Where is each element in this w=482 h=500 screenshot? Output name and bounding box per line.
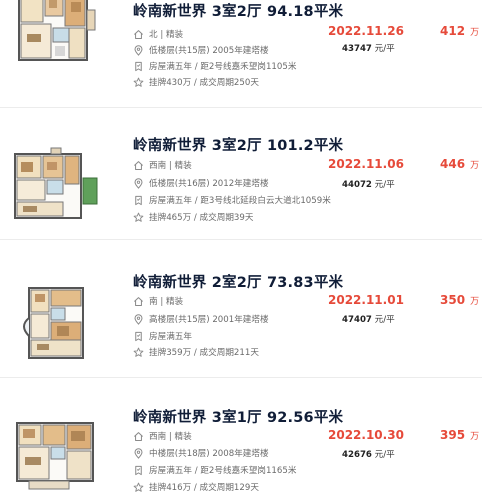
- floor-info: 高楼层(共15层) 2001年建塔楼: [133, 313, 269, 325]
- tag-icon: [133, 465, 144, 476]
- floor-plan-image[interactable]: [7, 278, 105, 362]
- tag-icon: [133, 331, 144, 342]
- listing-info: 挂牌465万 / 成交周期39天: [133, 211, 253, 223]
- total-price-unit: 万: [470, 297, 480, 307]
- orientation-decoration: 北 | 精装: [133, 28, 183, 40]
- listing-card[interactable]: 岭南新世界 2室2厅 73.83平米 南 | 精装 高楼层(共15层) 2001…: [0, 258, 482, 378]
- orientation-decoration: 南 | 精装: [133, 295, 183, 307]
- total-price-value: 395: [440, 428, 466, 442]
- orientation-text: 南 | 精装: [149, 297, 184, 307]
- unit-price: 47407 元/平: [342, 313, 395, 325]
- floor-info: 中楼层(共18层) 2008年建塔楼: [133, 447, 269, 459]
- tags-info: 房屋满五年 / 距3号线北延段白云大道北1059米: [133, 194, 331, 206]
- total-price-unit: 万: [470, 161, 480, 171]
- tag-icon: [133, 61, 144, 72]
- listing-title[interactable]: 岭南新世界 3室1厅 92.56平米: [133, 406, 343, 427]
- listing-info-text: 挂牌359万 / 成交周期211天: [149, 348, 259, 358]
- orientation-text: 西南 | 精装: [149, 432, 192, 442]
- house-icon: [133, 296, 144, 307]
- listing-card[interactable]: 岭南新世界 3室2厅 101.2平米 西南 | 精装 低楼层(共16层) 201…: [0, 120, 482, 240]
- floor-plan-image[interactable]: [7, 413, 105, 497]
- total-price-value: 350: [440, 293, 466, 307]
- listing-info-text: 挂牌430万 / 成交周期250天: [149, 78, 259, 88]
- orientation-text: 北 | 精装: [149, 30, 184, 40]
- unit-price-suffix: 元/平: [374, 44, 395, 54]
- listing-title[interactable]: 岭南新世界 3室2厅 94.18平米: [133, 0, 343, 21]
- listing-info-text: 挂牌416万 / 成交周期129天: [149, 483, 259, 493]
- listing-info: 挂牌359万 / 成交周期211天: [133, 346, 259, 358]
- total-price-value: 446: [440, 157, 466, 171]
- star-icon: [133, 212, 144, 223]
- unit-price-value: 42676: [342, 450, 372, 460]
- total-price-unit: 万: [470, 432, 480, 442]
- unit-price-suffix: 元/平: [374, 180, 395, 190]
- floor-text: 高楼层(共15层) 2001年建塔楼: [149, 315, 269, 325]
- listing-info-text: 挂牌465万 / 成交周期39天: [149, 213, 254, 223]
- tags-text: 房屋满五年 / 距3号线北延段白云大道北1059米: [149, 196, 331, 206]
- floor-text: 中楼层(共18层) 2008年建塔楼: [149, 449, 269, 459]
- total-price: 446 万: [440, 157, 479, 171]
- unit-price: 44072 元/平: [342, 178, 395, 190]
- unit-price: 43747 元/平: [342, 42, 395, 54]
- orientation-decoration: 西南 | 精装: [133, 159, 192, 171]
- star-icon: [133, 482, 144, 493]
- total-price: 395 万: [440, 428, 479, 442]
- unit-price-value: 47407: [342, 315, 372, 325]
- listing-title[interactable]: 岭南新世界 3室2厅 101.2平米: [133, 134, 343, 155]
- floor-text: 低楼层(共16层) 2012年建塔楼: [149, 179, 269, 189]
- tags-info: 房屋满五年 / 距2号线嘉禾望岗1105米: [133, 60, 296, 72]
- unit-price: 42676 元/平: [342, 448, 395, 460]
- unit-price-suffix: 元/平: [374, 315, 395, 325]
- total-price: 412 万: [440, 24, 479, 38]
- location-pin-icon: [133, 314, 144, 325]
- unit-price-value: 43747: [342, 44, 372, 54]
- location-pin-icon: [133, 448, 144, 459]
- deal-date: 2022.11.01: [328, 293, 404, 307]
- tags-info: 房屋满五年 / 距2号线嘉禾望岗1165米: [133, 464, 296, 476]
- tags-info: 房屋满五年: [133, 330, 192, 342]
- location-pin-icon: [133, 178, 144, 189]
- tag-icon: [133, 195, 144, 206]
- floor-plan-image[interactable]: [7, 140, 105, 224]
- deal-date: 2022.10.30: [328, 428, 404, 442]
- star-icon: [133, 77, 144, 88]
- total-price: 350 万: [440, 293, 479, 307]
- unit-price-suffix: 元/平: [374, 450, 395, 460]
- deal-date: 2022.11.26: [328, 24, 404, 38]
- tags-text: 房屋满五年 / 距2号线嘉禾望岗1165米: [149, 466, 297, 476]
- unit-price-value: 44072: [342, 180, 372, 190]
- house-icon: [133, 29, 144, 40]
- listing-card[interactable]: 岭南新世界 3室1厅 92.56平米 西南 | 精装 中楼层(共18层) 200…: [0, 393, 482, 500]
- listing-card[interactable]: 岭南新世界 3室2厅 94.18平米 北 | 精装 低楼层(共15层) 2005…: [0, 0, 482, 108]
- deal-date: 2022.11.06: [328, 157, 404, 171]
- orientation-text: 西南 | 精装: [149, 161, 192, 171]
- star-icon: [133, 347, 144, 358]
- floor-plan-image[interactable]: [7, 0, 105, 72]
- tags-text: 房屋满五年 / 距2号线嘉禾望岗1105米: [149, 62, 297, 72]
- total-price-value: 412: [440, 24, 466, 38]
- floor-info: 低楼层(共15层) 2005年建塔楼: [133, 44, 269, 56]
- orientation-decoration: 西南 | 精装: [133, 430, 192, 442]
- floor-info: 低楼层(共16层) 2012年建塔楼: [133, 177, 269, 189]
- house-icon: [133, 431, 144, 442]
- tags-text: 房屋满五年: [149, 332, 192, 342]
- house-icon: [133, 160, 144, 171]
- floor-text: 低楼层(共15层) 2005年建塔楼: [149, 46, 269, 56]
- listing-title[interactable]: 岭南新世界 2室2厅 73.83平米: [133, 271, 343, 292]
- total-price-unit: 万: [470, 28, 480, 38]
- listing-info: 挂牌416万 / 成交周期129天: [133, 481, 259, 493]
- listing-info: 挂牌430万 / 成交周期250天: [133, 76, 259, 88]
- location-pin-icon: [133, 45, 144, 56]
